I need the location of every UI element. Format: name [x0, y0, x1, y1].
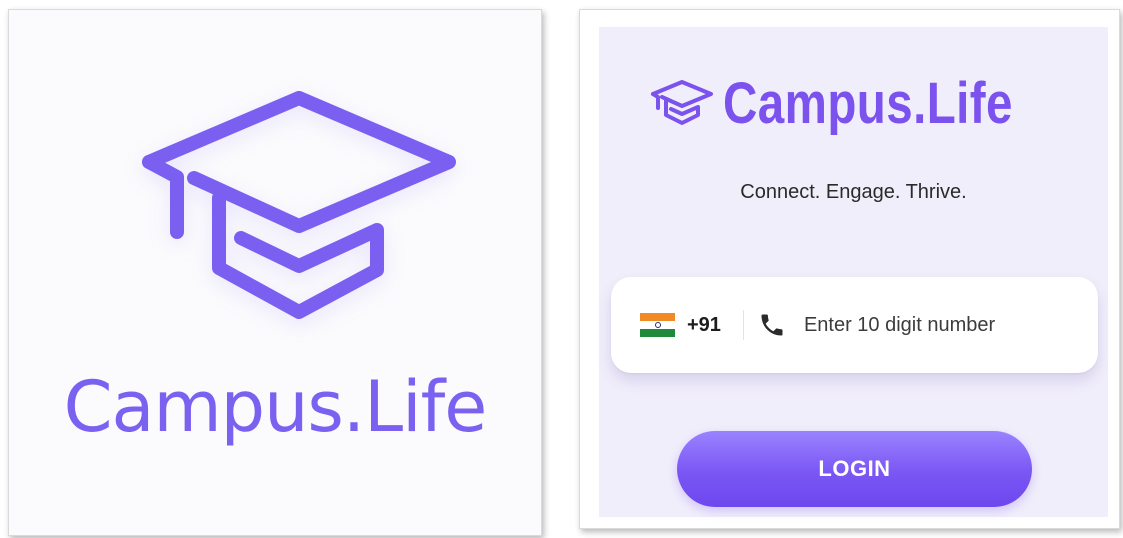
login-button[interactable]: LOGIN	[677, 431, 1032, 507]
brand-name: Campus.Life	[723, 70, 1013, 136]
graduation-cap-icon	[651, 80, 713, 125]
login-frame: Campus.Life Connect. Engage. Thrive. +91…	[579, 9, 1120, 529]
phone-input-card: +91	[611, 277, 1098, 373]
phone-number-input[interactable]	[803, 313, 1064, 337]
splash-screen: Campus.Life	[8, 9, 542, 536]
tagline: Connect. Engage. Thrive.	[740, 181, 967, 203]
splash-app-title: Campus.Life	[63, 366, 488, 448]
country-code-selector[interactable]: +91	[687, 314, 721, 337]
login-screen: Campus.Life Connect. Engage. Thrive. +91…	[599, 27, 1108, 517]
screenshot-stage: Campus.Life Campus.Life Connect. Engage.…	[0, 0, 1123, 538]
graduation-cap-icon	[142, 91, 456, 319]
brand-header: Campus.Life	[647, 63, 1077, 143]
india-flag-icon[interactable]	[640, 313, 675, 337]
input-divider	[742, 310, 744, 340]
phone-icon	[761, 314, 783, 336]
